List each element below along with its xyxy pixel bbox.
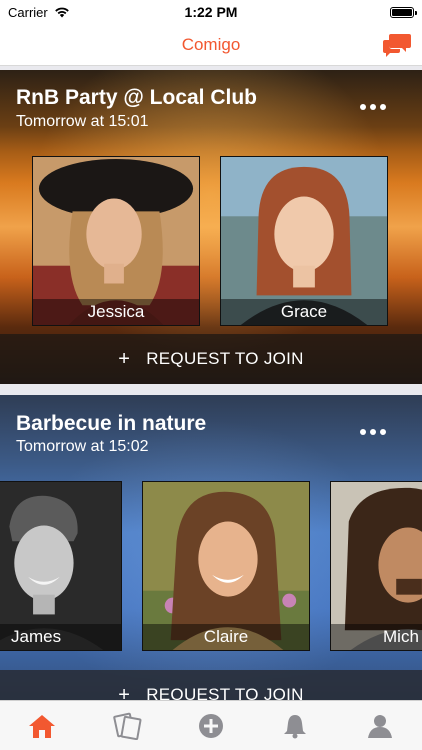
chat-button[interactable]	[382, 32, 412, 58]
attendee-name: Mich	[331, 624, 422, 650]
chat-bubbles-icon	[383, 34, 411, 57]
join-label: REQUEST TO JOIN	[146, 685, 304, 700]
attendee-card[interactable]: James	[0, 481, 122, 651]
event-time: Tomorrow at 15:02	[16, 438, 149, 455]
request-to-join-button[interactable]: + REQUEST TO JOIN	[0, 670, 422, 700]
tab-notifications[interactable]	[273, 704, 317, 748]
attendee-card[interactable]: Claire	[142, 481, 310, 651]
tab-home[interactable]	[20, 704, 64, 748]
plus-icon: +	[118, 683, 131, 701]
attendee-name: Claire	[143, 624, 309, 650]
profile-icon	[367, 714, 392, 738]
more-options-button[interactable]	[360, 429, 386, 435]
event-time: Tomorrow at 15:01	[16, 113, 149, 130]
attendee-name: Grace	[221, 299, 387, 325]
plus-icon: +	[118, 347, 131, 370]
events-feed[interactable]: RnB Party @ Local Club Tomorrow at 15:01…	[0, 70, 422, 700]
battery-icon	[390, 6, 417, 18]
nav-bar: Comigo	[0, 24, 422, 66]
tab-profile[interactable]	[358, 704, 402, 748]
attendee-card[interactable]: Mich	[330, 481, 422, 651]
attendee-card[interactable]: Jessica	[32, 156, 200, 326]
bell-icon	[284, 714, 307, 738]
tab-add[interactable]	[189, 704, 233, 748]
join-label: REQUEST TO JOIN	[146, 349, 304, 368]
event-title: RnB Party @ Local Club	[16, 86, 258, 109]
attendee-name: James	[0, 624, 121, 650]
attendee-card[interactable]: Grace	[220, 156, 388, 326]
home-icon	[29, 714, 56, 738]
cards-icon	[112, 712, 142, 740]
attendee-name: Jessica	[33, 299, 199, 325]
tab-bar	[0, 700, 422, 750]
tab-cards[interactable]	[105, 704, 149, 748]
event-title: Barbecue in nature	[16, 412, 207, 435]
request-to-join-button[interactable]: + REQUEST TO JOIN	[0, 334, 422, 384]
status-time: 1:22 PM	[184, 4, 238, 20]
event-card[interactable]: RnB Party @ Local Club Tomorrow at 15:01…	[0, 70, 422, 384]
status-bar: Carrier 1:22 PM	[0, 0, 422, 24]
app-title: Comigo	[181, 34, 241, 54]
add-icon	[198, 713, 223, 738]
more-options-button[interactable]	[360, 104, 386, 110]
event-card[interactable]: Barbecue in nature Tomorrow at 15:02 Jam…	[0, 395, 422, 700]
